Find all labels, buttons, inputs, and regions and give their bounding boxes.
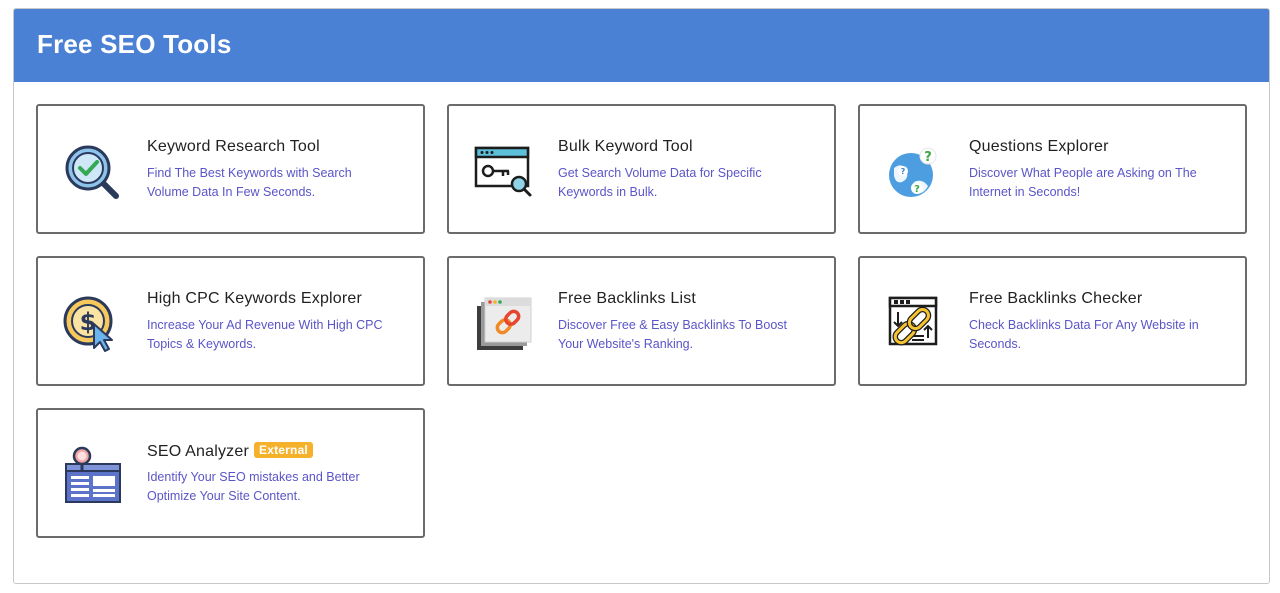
card-description: Discover Free & Easy Backlinks To Boost … — [558, 318, 788, 351]
svg-text:?: ? — [924, 150, 932, 165]
card-description: Increase Your Ad Revenue With High CPC T… — [147, 318, 383, 351]
card-description: Find The Best Keywords with Search Volum… — [147, 166, 352, 199]
card-description: Discover What People are Asking on The I… — [969, 166, 1197, 199]
card-high-cpc-keywords-explorer[interactable]: $ High CPC Keywords Explorer Increase Yo… — [36, 256, 425, 386]
external-badge: External — [254, 442, 313, 458]
card-description: Check Backlinks Data For Any Website in … — [969, 318, 1199, 351]
card-questions-explorer[interactable]: ? ? ? Questions Explorer Discover What P… — [858, 104, 1247, 234]
card-title-text: SEO Analyzer — [147, 443, 250, 460]
card-free-backlinks-checker[interactable]: Free Backlinks Checker Check Backlinks D… — [858, 256, 1247, 386]
card-description: Identify Your SEO mistakes and Better Op… — [147, 470, 360, 503]
card-title: Free Backlinks Checker — [969, 290, 1143, 307]
card-title: Questions Explorer — [969, 138, 1109, 155]
card-description: Get Search Volume Data for Specific Keyw… — [558, 166, 762, 199]
browser-key-icon — [473, 142, 533, 202]
card-title: High CPC Keywords Explorer — [147, 290, 363, 307]
analyzer-page-icon — [62, 446, 122, 506]
svg-text:?: ? — [901, 167, 906, 176]
card-keyword-research-tool[interactable]: Keyword Research Tool Find The Best Keyw… — [36, 104, 425, 234]
panel-header: Free SEO Tools — [14, 9, 1269, 82]
dollar-cursor-icon: $ — [62, 294, 122, 354]
free-seo-tools-panel: Free SEO Tools Keyword Research Tool Fin… — [13, 8, 1270, 584]
svg-text:?: ? — [914, 184, 920, 195]
card-title: Bulk Keyword Tool — [558, 138, 693, 155]
magnifier-check-icon — [62, 142, 122, 202]
chain-document-icon — [884, 294, 944, 354]
panel-title: Free SEO Tools — [37, 29, 232, 59]
card-title: Free Backlinks List — [558, 290, 697, 307]
card-bulk-keyword-tool[interactable]: Bulk Keyword Tool Get Search Volume Data… — [447, 104, 836, 234]
card-title: SEO Analyzer External — [147, 442, 313, 461]
globe-question-icon: ? ? ? — [884, 142, 944, 202]
link-window-icon — [473, 294, 533, 354]
card-free-backlinks-list[interactable]: Free Backlinks List Discover Free & Easy… — [447, 256, 836, 386]
card-title: Keyword Research Tool — [147, 138, 320, 155]
card-seo-analyzer[interactable]: SEO Analyzer External Identify Your SEO m… — [36, 408, 425, 538]
